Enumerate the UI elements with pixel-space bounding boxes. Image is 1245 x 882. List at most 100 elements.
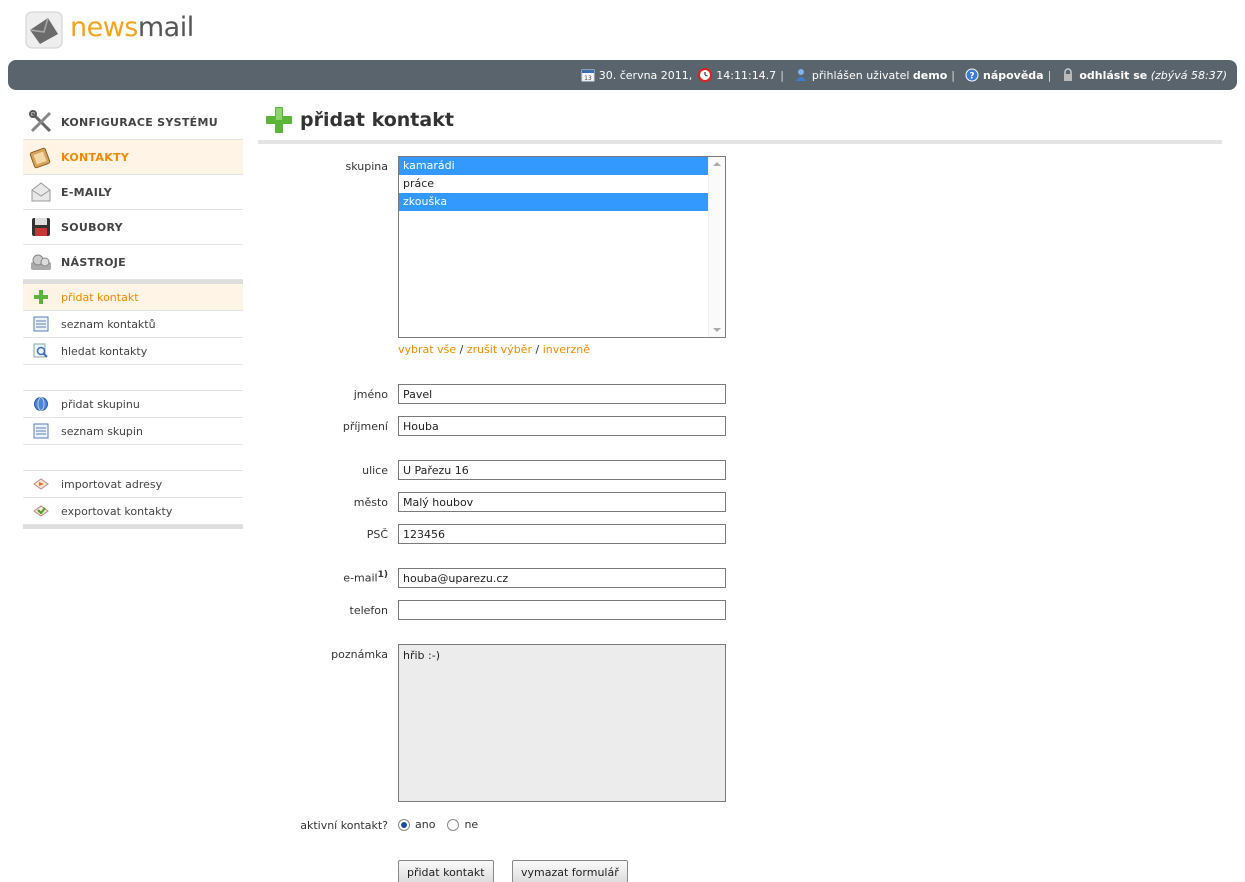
svg-text:?: ? bbox=[969, 72, 974, 82]
address-book-icon bbox=[29, 145, 53, 169]
nav-label: KONFIGURACE SYSTÉMU bbox=[61, 115, 218, 129]
subnav-add-group[interactable]: přidat skupinu bbox=[23, 391, 243, 418]
active-yes-label[interactable]: ano bbox=[415, 818, 435, 831]
select-all-link[interactable]: vybrat vše bbox=[398, 343, 456, 356]
group-option[interactable]: zkouška bbox=[399, 193, 709, 211]
city-field[interactable] bbox=[398, 492, 726, 512]
subnav-add-contact[interactable]: přidat kontakt bbox=[23, 284, 243, 311]
link-separator: / bbox=[459, 343, 464, 356]
nav-tools[interactable]: NÁSTROJE bbox=[23, 245, 243, 280]
calendar-icon: 13 bbox=[581, 68, 595, 82]
active-label: aktivní kontakt? bbox=[300, 819, 388, 832]
city-label: město bbox=[353, 496, 388, 509]
selection-links: vybrat vše / zrušit výběr / inverzně bbox=[398, 343, 590, 356]
subnav-export-contacts[interactable]: exportovat kontakty bbox=[23, 498, 243, 525]
scroll-up-icon[interactable] bbox=[713, 162, 721, 166]
magnifier-icon bbox=[33, 343, 49, 359]
user-icon bbox=[794, 68, 808, 82]
group-select[interactable]: kamarádi práce zkouška bbox=[398, 156, 726, 338]
nav-emails[interactable]: E-MAILY bbox=[23, 175, 243, 210]
street-field[interactable] bbox=[398, 460, 726, 480]
help-icon[interactable]: ? bbox=[965, 68, 979, 82]
floppy-disk-icon bbox=[29, 215, 53, 239]
scroll-down-icon[interactable] bbox=[713, 328, 721, 332]
active-no-label[interactable]: ne bbox=[464, 818, 478, 831]
username: demo bbox=[912, 68, 948, 82]
envelope-icon bbox=[29, 180, 53, 204]
subnav-label: hledat kontakty bbox=[61, 344, 148, 358]
session-remaining: (zbývá 58:37) bbox=[1150, 68, 1227, 82]
subnav-label: přidat kontakt bbox=[61, 290, 139, 304]
listbox-scrollbar[interactable] bbox=[708, 157, 725, 337]
separator: | bbox=[951, 68, 955, 82]
invert-selection-link[interactable]: inverzně bbox=[543, 343, 590, 356]
separator: | bbox=[780, 68, 784, 82]
phone-field[interactable] bbox=[398, 600, 726, 620]
globe-icon bbox=[33, 396, 49, 412]
subnav-label: seznam skupin bbox=[61, 424, 143, 438]
app-logo[interactable]: newsmail bbox=[22, 6, 194, 54]
nav-files[interactable]: SOUBORY bbox=[23, 210, 243, 245]
email-footnote: 1) bbox=[377, 570, 388, 580]
phone-label: telefon bbox=[349, 604, 388, 617]
list-icon bbox=[33, 316, 49, 332]
email-field[interactable] bbox=[398, 568, 726, 588]
nav-contacts[interactable]: KONTAKTY bbox=[23, 140, 243, 175]
email-label: e-mail1) bbox=[343, 570, 388, 585]
first-name-label: jméno bbox=[353, 388, 388, 401]
clock-icon bbox=[698, 68, 713, 82]
logged-in-text: přihlášen uživatel bbox=[811, 68, 910, 82]
group-option[interactable]: práce bbox=[399, 175, 709, 193]
zip-field[interactable] bbox=[398, 524, 726, 544]
gears-icon bbox=[29, 250, 53, 274]
svg-text:13: 13 bbox=[584, 75, 592, 82]
active-yes-radio[interactable] bbox=[398, 818, 410, 831]
main-content: přidat kontakt skupina kamarádi práce zk… bbox=[258, 100, 1222, 882]
note-textarea[interactable]: hřib :-) bbox=[398, 644, 726, 802]
subnav-spacer bbox=[23, 365, 243, 391]
plus-icon bbox=[33, 289, 49, 305]
note-label: poznámka bbox=[331, 648, 388, 661]
subnav-group-list[interactable]: seznam skupin bbox=[23, 418, 243, 445]
help-link[interactable]: nápověda bbox=[983, 69, 1044, 82]
subnav-label: seznam kontaktů bbox=[61, 317, 156, 331]
clear-form-button[interactable]: vymazat formulář bbox=[512, 860, 628, 882]
email-label-text: e-mail bbox=[343, 571, 378, 585]
nav-label: NÁSTROJE bbox=[61, 255, 126, 269]
street-label: ulice bbox=[362, 464, 388, 477]
subnav-search-contacts[interactable]: hledat kontakty bbox=[23, 338, 243, 365]
logo-mail: mail bbox=[137, 11, 194, 43]
first-name-field[interactable] bbox=[398, 384, 726, 404]
group-option[interactable]: kamarádi bbox=[399, 157, 709, 175]
list-icon bbox=[33, 423, 49, 439]
sidebar: KONFIGURACE SYSTÉMU KONTAKTY E-MAILY SOU… bbox=[23, 105, 243, 529]
top-status-bar: 13 30. června 2011, 14:11:14.7 | přihláš… bbox=[8, 60, 1237, 90]
envelope-logo-icon bbox=[22, 8, 66, 52]
add-contact-button[interactable]: přidat kontakt bbox=[398, 860, 494, 882]
current-date: 30. června 2011, bbox=[598, 68, 693, 82]
last-name-label: příjmení bbox=[342, 420, 388, 433]
last-name-field[interactable] bbox=[398, 416, 726, 436]
logout-link[interactable]: odhlásit se bbox=[1079, 69, 1147, 82]
tools-icon bbox=[29, 110, 53, 134]
nav-label: SOUBORY bbox=[61, 220, 123, 234]
subnav-label: přidat skupinu bbox=[61, 397, 140, 411]
separator: | bbox=[1047, 68, 1052, 82]
clear-selection-link[interactable]: zrušit výběr bbox=[467, 343, 532, 356]
subnav-contact-list[interactable]: seznam kontaktů bbox=[23, 311, 243, 338]
subnav-label: importovat adresy bbox=[61, 477, 163, 491]
group-label: skupina bbox=[345, 160, 389, 173]
subnav-spacer bbox=[23, 445, 243, 471]
nav-system-config[interactable]: KONFIGURACE SYSTÉMU bbox=[23, 105, 243, 140]
link-separator: / bbox=[535, 343, 540, 356]
zip-label: PSČ bbox=[366, 528, 388, 541]
active-no-radio[interactable] bbox=[447, 818, 460, 831]
logo-text: newsmail bbox=[70, 12, 194, 43]
logo-news: news bbox=[70, 11, 138, 43]
active-radio-group: ano ne bbox=[398, 818, 490, 831]
current-time: 14:11:14.7 bbox=[716, 68, 777, 82]
subnav-import-addresses[interactable]: importovat adresy bbox=[23, 471, 243, 498]
subnav-label: exportovat kontakty bbox=[61, 504, 173, 518]
import-icon bbox=[33, 476, 49, 492]
nav-label: E-MAILY bbox=[61, 185, 112, 199]
